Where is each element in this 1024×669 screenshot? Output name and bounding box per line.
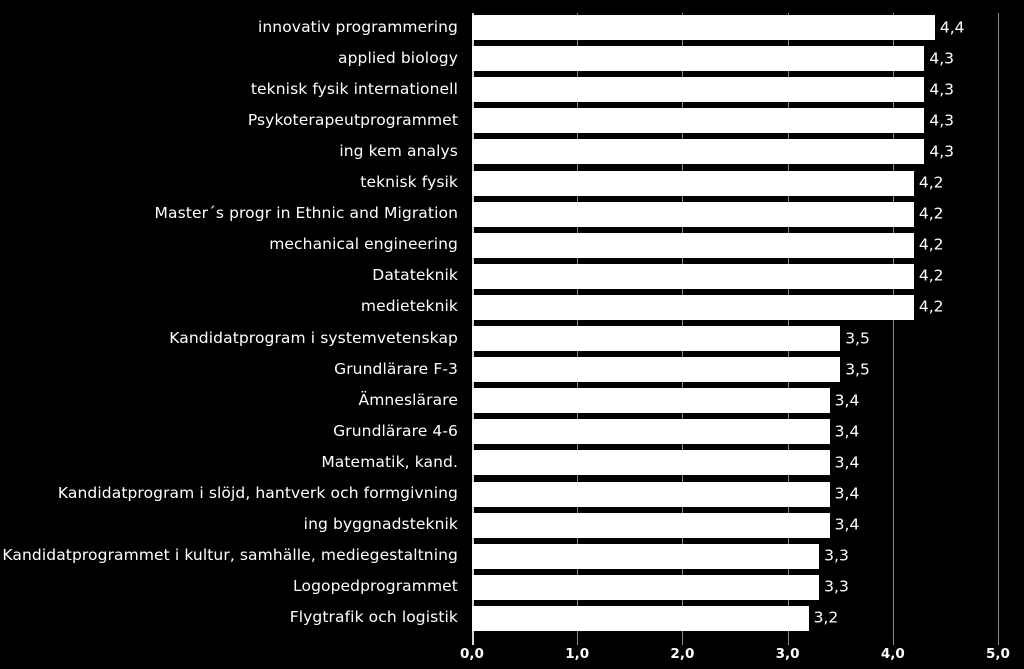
bar-row: 3,4 [472,481,1024,507]
x-axis-tick-label: 0,0 [460,646,484,662]
category-label: Matematik, kand. [321,452,458,471]
bar [472,108,925,134]
bar [472,326,841,351]
category-label: Ämneslärare [358,390,458,409]
category-label: Flygtrafik och logistik [289,608,458,627]
bar-row: 4,3 [472,46,1024,72]
bar-row: 4,4 [472,15,1024,40]
bar [472,77,925,103]
bar-value-label: 3,4 [834,453,860,472]
bar-row: 3,3 [472,543,1024,569]
bar-row: 3,3 [472,574,1024,600]
category-label: medieteknik [360,297,458,316]
bar-value-label: 3,4 [834,484,860,503]
bar-row: 4,2 [472,201,1024,227]
plot-area: 4,4 4,3 4,3 4,3 4,3 4,2 4,2 4,2 4,2 4,2 3,5 3,5 3,4 3… [472,0,1024,645]
bar-value-label: 3,4 [834,515,860,534]
bar-row: 3,2 [472,605,1024,631]
category-label: ing kem analys [339,141,458,160]
category-label: ing byggnadsteknik [303,515,458,534]
bar-value-label: 4,3 [929,142,955,161]
bar-value-label: 4,2 [918,235,944,254]
bar [472,201,914,227]
bar [472,605,809,631]
bar [472,46,925,72]
bar-value-label: 4,3 [929,48,955,67]
bar-value-label: 4,4 [939,17,965,36]
bar-value-label: 3,4 [834,390,860,409]
bar [472,574,820,600]
category-label: Psykoterapeutprogrammet [247,110,458,129]
bar-row: 3,4 [472,450,1024,476]
category-label: applied biology [337,48,458,67]
bar-value-label: 3,3 [824,577,849,596]
bar [472,15,935,40]
bar [472,294,914,320]
bar-row: 4,2 [472,263,1024,289]
bar [472,170,914,196]
bar-row: 3,4 [472,388,1024,414]
bar [472,543,820,569]
bar [472,481,830,507]
category-label: Logopedprogrammet [293,577,458,596]
bar-row: 4,2 [472,294,1024,320]
bar-row: 4,2 [472,232,1024,258]
bar-row: 4,3 [472,139,1024,165]
bar-value-label: 4,2 [918,204,944,223]
bar-value-label: 3,5 [845,328,870,347]
bar-row: 3,4 [472,419,1024,445]
category-label: Kandidatprogrammet i kultur, samhälle, m… [2,546,458,565]
x-axis-tick-label: 2,0 [670,646,695,662]
bar-value-label: 4,2 [918,297,944,316]
category-label: Kandidatprogram i systemvetenskap [169,328,458,347]
bar-row: 4,2 [472,170,1024,196]
bar-row: 4,3 [472,108,1024,134]
bar-value-label: 4,3 [929,111,955,130]
bar-row: 3,5 [472,326,1024,351]
bar-value-label: 3,3 [824,546,849,565]
bar-value-label: 3,4 [834,422,860,441]
category-label: Grundlärare F-3 [334,359,458,378]
bar-value-label: 4,2 [918,266,944,285]
bar [472,450,830,476]
bar [472,139,925,165]
bar-row: 3,5 [472,357,1024,383]
bar [472,232,914,258]
bar-row: 4,3 [472,77,1024,103]
category-label: teknisk fysik [360,173,458,191]
bar [472,388,830,414]
bar-value-label: 4,3 [929,79,955,98]
category-label: Grundlärare 4-6 [333,421,458,440]
bar [472,263,914,289]
category-label: mechanical engineering [269,235,458,254]
x-axis-tick-label: 3,0 [775,646,800,662]
bar-chart: innovativ programmering applied biology te… [0,0,1024,669]
bar-value-label: 3,5 [845,359,870,378]
x-axis-tick-label: 1,0 [565,646,590,662]
bar [472,419,830,445]
category-label: innovativ programmering [257,17,458,36]
category-axis-labels: innovativ programmering applied biology te… [0,0,462,669]
bar-value-label: 4,2 [918,173,944,192]
category-label: Kandidatprogram i slöjd, hantverk och fo… [57,484,458,502]
bar [472,357,841,383]
bar [472,512,830,538]
bar-row: 3,4 [472,512,1024,538]
category-label: Master´s progr in Ethnic and Migration [154,204,458,223]
x-axis-tick-label: 5,0 [986,646,1010,662]
bar-value-label: 3,2 [813,608,839,627]
category-label: teknisk fysik internationell [250,79,458,98]
value-axis-tick-labels: 0,0 1,0 2,0 3,0 4,0 5,0 [460,645,1024,669]
category-label: Datateknik [372,266,458,285]
x-axis-tick-label: 4,0 [880,646,905,662]
